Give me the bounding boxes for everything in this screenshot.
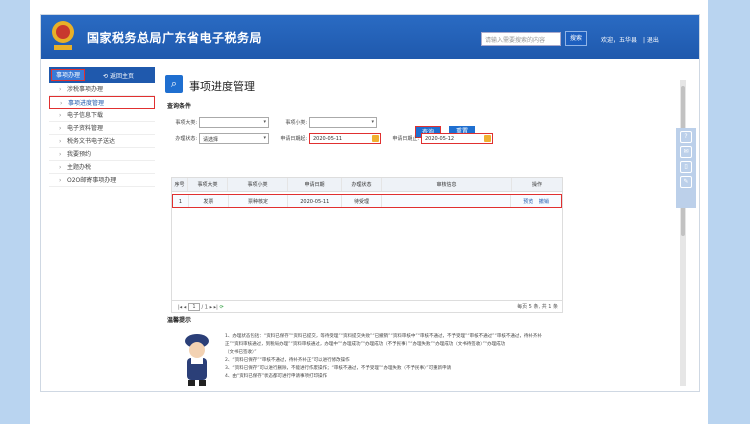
sidebar-item-info-download[interactable]: 电子信息下载 [49, 109, 155, 122]
query-section-label: 查询条件 [167, 103, 192, 110]
sidebar-item-appointment[interactable]: 我要预约 [49, 148, 155, 161]
vertical-scrollbar[interactable] [680, 80, 686, 386]
dropdown-caret-icon: ▾ [371, 119, 374, 125]
status-select-value: 请选择 [203, 137, 219, 143]
user-area: 欢迎，五华县 | 退出 [601, 35, 663, 44]
total-pages: / 1 [201, 304, 208, 311]
end-date-input[interactable]: 2020-05-12 [421, 133, 493, 144]
category-label: 事项大类: [175, 120, 197, 126]
sidebar-item-tax-matters[interactable]: 涉税事项办理 [49, 83, 155, 96]
back-home-link[interactable]: ⟲ 返回主页 [103, 71, 134, 80]
sidebar-item-theme-tax[interactable]: 主题办税 [49, 161, 155, 174]
start-date-value: 2020-05-11 [313, 136, 343, 142]
frame-right [708, 0, 750, 424]
pager-summary: 每页 5 条, 共 1 条 [517, 304, 558, 310]
tip-line: 1、办理状态包括：“资料已保存”“资料已提交，等待受理”“资料提交失败”“已撤销… [225, 334, 542, 339]
logout-link[interactable]: | 退出 [643, 37, 659, 44]
prev-page-icon[interactable]: ◂ [184, 305, 187, 311]
tab-item-handling[interactable]: 事项办理 [51, 69, 85, 81]
mobile-icon[interactable]: ▯ [680, 161, 692, 173]
welcome-text: 欢迎，五华县 [601, 37, 638, 44]
cell-status: 待受理 [342, 195, 382, 207]
refresh-icon[interactable]: ⟳ [219, 305, 223, 311]
sidebar-item-o2o-mail[interactable]: O2O邮寄事项办理 [49, 174, 155, 187]
tip-line: 4、由“资料已保存”状态都可进行申请事项打印操作 [225, 374, 328, 379]
tax-officer-mascot-icon [185, 334, 209, 386]
dropdown-caret-icon: ▾ [263, 119, 266, 125]
tips-content: 1、办理状态包括：“资料已保存”“资料已提交，等待受理”“资料提交失败”“已撤销… [225, 333, 555, 381]
next-page-icon[interactable]: ▸ [210, 305, 213, 311]
pager-controls: |◂ ◂ 1 / 1 ▸ ▸| ⟳ [178, 303, 224, 311]
tool-rail: ? ✉ ▯ ✎ [676, 128, 696, 208]
tip-line: 2、“资料已保存”“审核不通过，待补齐补正”可以进行修改操作 [225, 358, 350, 363]
tip-line: 3、“资料已保存”可以进行删除，不能进行作废操作；“审核不通过，不予受理”“办理… [225, 366, 452, 371]
edit-icon[interactable]: ✎ [680, 176, 692, 188]
preview-link[interactable]: 预览 [523, 199, 533, 205]
page-title: 事项进度管理 [189, 80, 255, 93]
table-row[interactable]: 1 发票 票种核定 2020-05-11 待受理 预览 撤销 [172, 194, 562, 208]
start-date-input[interactable]: 2020-05-11 [309, 133, 381, 144]
sidebar: 事项办理 ⟲ 返回主页 涉税事项办理 事项进度管理 电子信息下载 电子资料管理 … [49, 67, 155, 391]
tip-line: 正”“资料审核通过，到税局办理”“资料审核通过，办理中”“办理成功”“办理成功（… [225, 342, 506, 347]
sidebar-tabs: 事项办理 ⟲ 返回主页 [49, 67, 155, 83]
col-no: 序号 [172, 178, 188, 191]
col-date: 申请日期 [288, 178, 342, 191]
sidebar-item-e-delivery[interactable]: 税务文书电子送达 [49, 135, 155, 148]
page-input[interactable]: 1 [187, 303, 200, 311]
tax-emblem-icon [52, 21, 74, 50]
status-label: 办理状态: [175, 136, 197, 142]
cell-date: 2020-05-11 [288, 195, 343, 207]
subcategory-select[interactable]: ▾ [309, 117, 377, 128]
tip-line: （文书已签收）” [225, 350, 257, 355]
cancel-link[interactable]: 撤销 [539, 199, 549, 205]
col-review: 审核信息 [382, 178, 512, 191]
calendar-icon[interactable] [372, 135, 379, 142]
tips-title: 温馨提示 [167, 317, 192, 324]
site-header: 国家税务总局广东省电子税务局 请输入需要搜索的内容 搜索 欢迎，五华县 | 退出 [41, 15, 699, 59]
subcategory-label: 事项小类: [285, 120, 307, 126]
col-status: 办理状态 [342, 178, 382, 191]
progress-table: 序号 事项大类 事项小类 申请日期 办理状态 审核信息 操作 1 发票 票种核定… [171, 177, 563, 301]
back-home-label: 返回主页 [109, 73, 134, 80]
status-select[interactable]: 请选择 ▾ [199, 133, 269, 144]
col-subcategory: 事项小类 [228, 178, 288, 191]
cell-category: 发票 [189, 195, 229, 207]
help-icon[interactable]: ? [680, 131, 692, 143]
frame-left [0, 0, 30, 424]
cell-no: 1 [173, 195, 189, 207]
search-input[interactable]: 请输入需要搜索的内容 [481, 32, 561, 46]
end-date-value: 2020-05-12 [425, 136, 455, 142]
sidebar-item-progress-management[interactable]: 事项进度管理 [49, 96, 155, 110]
cell-subcategory: 票种核定 [229, 195, 289, 207]
last-page-icon[interactable]: ▸| [214, 305, 218, 311]
col-ops: 操作 [531, 182, 542, 188]
pagination-bar: |◂ ◂ 1 / 1 ▸ ▸| ⟳ 每页 5 条, 共 1 条 [171, 301, 563, 313]
col-category: 事项大类 [188, 178, 228, 191]
browser-window: 国家税务总局广东省电子税务局 请输入需要搜索的内容 搜索 欢迎，五华县 | 退出… [40, 14, 700, 392]
site-title: 国家税务总局广东省电子税务局 [87, 31, 263, 45]
cell-ops: 预览 撤销 [511, 195, 561, 207]
dropdown-caret-icon: ▾ [263, 135, 266, 141]
search-button[interactable]: 搜索 [565, 31, 587, 46]
search-icon: ⌕ [165, 75, 183, 93]
end-date-label: 申请日期止: [392, 136, 419, 142]
first-page-icon[interactable]: |◂ [178, 305, 182, 311]
cell-review [382, 195, 512, 207]
start-date-label: 申请日期起: [280, 136, 307, 142]
calendar-icon[interactable] [484, 135, 491, 142]
back-arrow-icon: ⟲ [103, 73, 109, 80]
main-content: ⌕ 事项进度管理 查询条件 事项大类: ▾ 事项小类: ▾ 查询 重置 办理状态… [159, 67, 681, 391]
table-header: 序号 事项大类 事项小类 申请日期 办理状态 审核信息 操作 [172, 178, 562, 192]
chat-icon[interactable]: ✉ [680, 146, 692, 158]
category-select[interactable]: ▾ [199, 117, 269, 128]
sidebar-item-e-docs[interactable]: 电子资料管理 [49, 122, 155, 135]
